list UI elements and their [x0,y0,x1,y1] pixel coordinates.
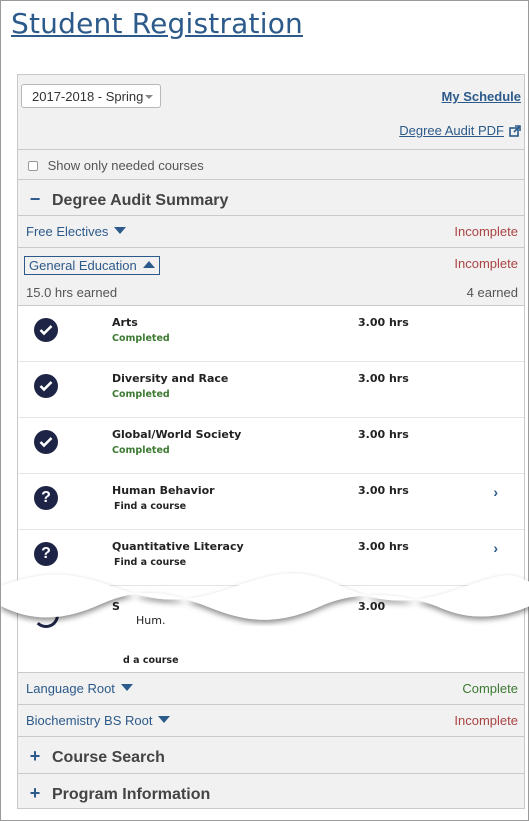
check-circle-icon [34,374,58,398]
course-row-human-behavior[interactable]: ? Human Behavior Find a course 3.00 hrs … [18,474,524,530]
course-state: Completed [112,333,170,344]
torn-edge-divider [1,573,529,620]
requirement-status: Incomplete [454,224,518,239]
course-name: Diversity and Race [112,372,229,385]
chevron-right-icon[interactable]: › [493,540,498,556]
degree-audit-summary-header[interactable]: − Degree Audit Summary [18,179,524,215]
program-information-title: Program Information [52,786,211,803]
show-needed-label: Show only needed courses [47,158,204,173]
my-schedule-link[interactable]: My Schedule [442,89,521,104]
minus-icon: − [29,189,41,209]
requirement-language-root[interactable]: Language Root Complete [18,672,524,704]
question-circle-icon: ? [34,486,58,510]
requirement-general-education[interactable]: General Education Incomplete 15.0 hrs ea… [18,247,524,305]
find-course-link[interactable]: Find a course [114,501,186,512]
registration-panel: 2017-2018 - Spring My Schedule Degree Au… [17,74,525,809]
course-name: Arts [112,316,138,329]
external-link-icon [509,124,521,137]
question-circle-icon: ? [34,542,58,566]
term-select[interactable]: 2017-2018 - Spring [21,84,161,108]
show-needed-checkbox[interactable] [28,161,38,171]
general-education-toggle[interactable]: General Education [24,256,160,275]
course-search-header[interactable]: + Course Search [18,736,524,773]
requirement-free-electives[interactable]: Free Electives Incomplete [18,215,524,247]
course-hours: 3.00 hrs [358,372,409,385]
course-name: Human Behavior [112,484,215,497]
caret-up-icon [142,261,155,268]
course-hours: 3.00 hrs [358,428,409,441]
degree-audit-pdf-label: Degree Audit PDF [399,123,504,138]
find-course-link[interactable]: d a course [123,655,179,666]
requirement-label: Free Electives [26,224,109,239]
course-name: Global/World Society [112,428,242,441]
course-name: Quantitative Literacy [112,540,244,553]
course-search-title: Course Search [52,749,165,766]
chevron-down-icon [145,95,153,99]
caret-down-icon [120,684,133,691]
caret-down-icon [114,227,127,234]
program-information-header[interactable]: + Program Information [18,773,524,809]
check-circle-icon [34,318,58,342]
requirement-label: General Education [29,258,137,273]
caret-down-icon [158,716,171,723]
course-state: Completed [112,445,170,456]
course-row-arts[interactable]: Arts Completed 3.00 hrs [18,306,524,362]
hours-earned: 15.0 hrs earned [26,285,118,300]
check-circle-icon [34,430,58,454]
requirement-status: Complete [462,681,518,696]
course-state: Completed [112,389,170,400]
page-title[interactable]: Student Registration [11,7,303,40]
plus-icon: + [29,746,41,766]
degree-audit-summary-title: Degree Audit Summary [52,192,229,209]
chevron-right-icon[interactable]: › [493,484,498,500]
term-select-value: 2017-2018 - Spring [32,89,144,104]
course-hours: 3.00 hrs [358,484,409,497]
course-hours: 3.00 hrs [358,316,409,329]
course-hours: 3.00 hrs [358,540,409,553]
earned-count: 4 earned [466,285,518,300]
show-needed-filter[interactable]: Show only needed courses [18,149,524,179]
plus-icon: + [29,783,41,803]
page-frame: Student Registration 2017-2018 - Spring … [0,0,529,821]
course-row-global-world-society[interactable]: Global/World Society Completed 3.00 hrs [18,418,524,474]
requirement-biochemistry-bs-root[interactable]: Biochemistry BS Root Incomplete [18,704,524,736]
course-row-diversity-and-race[interactable]: Diversity and Race Completed 3.00 hrs [18,362,524,418]
requirement-status: Incomplete [454,713,518,728]
requirement-status: Incomplete [454,256,518,271]
requirement-label: Biochemistry BS Root [26,713,153,728]
degree-audit-pdf-link[interactable]: Degree Audit PDF [399,123,521,138]
requirement-label: Language Root [26,681,115,696]
